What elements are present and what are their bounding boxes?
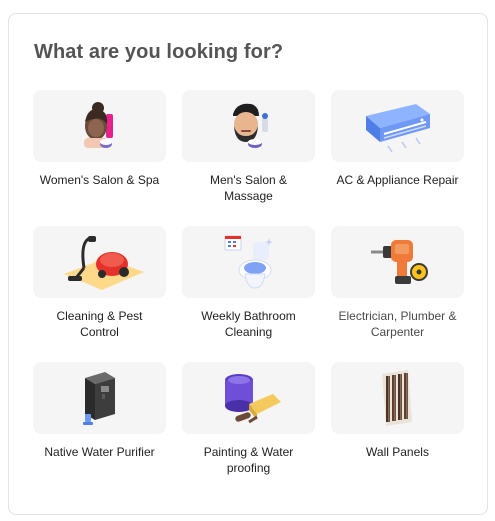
service-tile-mens-salon[interactable]: Men's Salon & Massage bbox=[182, 90, 315, 226]
service-tile-painting[interactable]: Painting & Water proofing bbox=[182, 362, 315, 498]
drill-tools-icon bbox=[370, 240, 428, 284]
man-grooming-icon bbox=[232, 103, 268, 148]
service-tile-wall-panels[interactable]: Wall Panels bbox=[331, 362, 464, 498]
service-image bbox=[33, 90, 166, 162]
service-label: Wall Panels bbox=[366, 445, 429, 459]
service-image bbox=[33, 362, 166, 434]
service-label: Weekly Bathroom Cleaning bbox=[201, 309, 296, 339]
service-tile-cleaning[interactable]: Cleaning & Pest Control bbox=[33, 226, 166, 362]
service-image bbox=[182, 226, 315, 298]
vacuum-cleaner-icon bbox=[63, 236, 144, 290]
service-image bbox=[182, 362, 315, 434]
services-card: What are you looking for? Women's Salon … bbox=[8, 13, 488, 515]
services-grid: Women's Salon & Spa Men's Salon & Massag… bbox=[33, 90, 464, 498]
service-label: Native Water Purifier bbox=[44, 445, 155, 459]
service-tile-bathroom[interactable]: Weekly Bathroom Cleaning bbox=[182, 226, 315, 362]
service-label: Painting & Water proofing bbox=[203, 445, 294, 475]
service-image bbox=[33, 226, 166, 298]
service-image bbox=[331, 362, 464, 434]
service-label: Electrician, Plumber & Carpenter bbox=[338, 309, 457, 339]
service-image bbox=[331, 90, 464, 162]
toilet-icon bbox=[224, 235, 273, 289]
paint-bucket-roller-icon bbox=[224, 374, 281, 424]
service-label: Women's Salon & Spa bbox=[39, 173, 160, 187]
service-label: Cleaning & Pest Control bbox=[56, 309, 143, 339]
water-purifier-icon bbox=[82, 372, 115, 425]
service-tile-ac-repair[interactable]: AC & Appliance Repair bbox=[331, 90, 464, 226]
service-tile-water-purifier[interactable]: Native Water Purifier bbox=[33, 362, 166, 498]
service-tile-electrician[interactable]: Electrician, Plumber & Carpenter bbox=[331, 226, 464, 362]
service-label: Men's Salon & Massage bbox=[210, 173, 287, 203]
service-label: AC & Appliance Repair bbox=[336, 173, 459, 187]
service-image bbox=[331, 226, 464, 298]
service-tile-womens-salon[interactable]: Women's Salon & Spa bbox=[33, 90, 166, 226]
service-image bbox=[182, 90, 315, 162]
section-title: What are you looking for? bbox=[34, 41, 284, 63]
wall-panel-icon bbox=[381, 370, 412, 426]
air-conditioner-icon bbox=[365, 104, 430, 153]
woman-facial-icon bbox=[83, 102, 113, 148]
